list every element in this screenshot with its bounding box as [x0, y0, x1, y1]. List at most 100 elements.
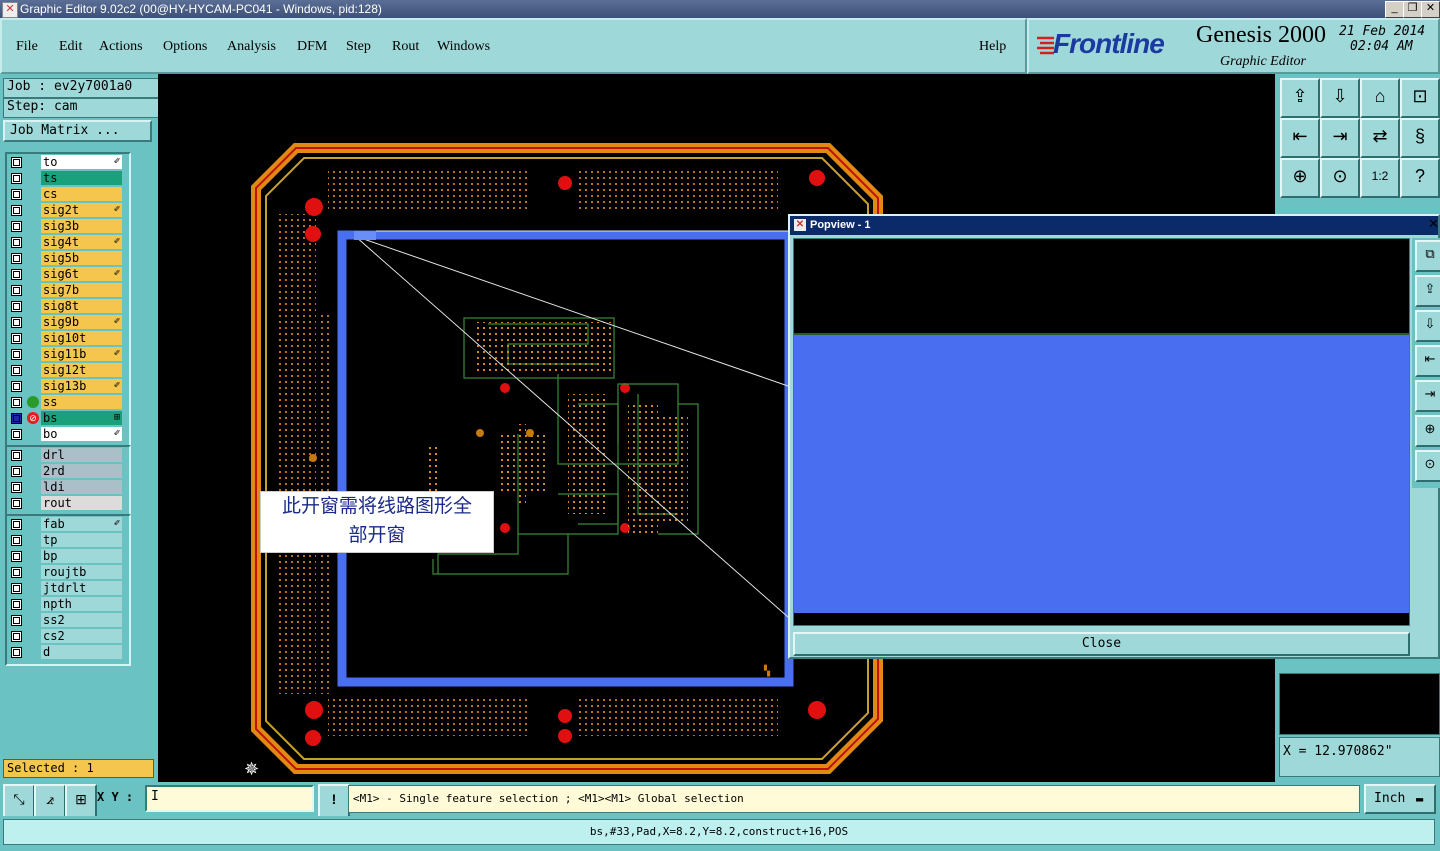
- layer-name[interactable]: d: [41, 645, 122, 659]
- layer-checkbox[interactable]: [11, 301, 22, 312]
- layer-name[interactable]: bs ⊞: [41, 411, 122, 425]
- xy-input[interactable]: I: [145, 785, 314, 812]
- layer-name[interactable]: sig11b ✐: [41, 347, 122, 361]
- layer-row-sig13b[interactable]: sig13b ✐: [7, 378, 129, 394]
- home-icon[interactable]: ⌂: [1360, 78, 1400, 118]
- layer-checkbox[interactable]: [11, 647, 22, 658]
- layer-name[interactable]: sig6t ✐: [41, 267, 122, 281]
- menu-options[interactable]: Options: [163, 39, 207, 55]
- menu-step[interactable]: Step: [346, 39, 371, 55]
- layer-checkbox[interactable]: [11, 269, 22, 280]
- layer-checkbox[interactable]: [11, 413, 22, 424]
- layer-checkbox[interactable]: [11, 615, 22, 626]
- center-icon[interactable]: ⊙: [1320, 158, 1360, 198]
- layer-row-npth[interactable]: npth: [7, 596, 129, 612]
- layer-row-cs2[interactable]: cs2: [7, 628, 129, 644]
- layer-row-sig6t[interactable]: sig6t ✐: [7, 266, 129, 282]
- mirror-icon[interactable]: ⇄: [1360, 118, 1400, 158]
- job-matrix-button[interactable]: Job Matrix ...: [3, 120, 152, 142]
- scale-icon[interactable]: 1:2: [1360, 158, 1400, 198]
- layer-checkbox[interactable]: [11, 599, 22, 610]
- layer-checkbox[interactable]: [11, 189, 22, 200]
- grid-icon[interactable]: ⊞: [65, 784, 97, 818]
- layer-row-2rd[interactable]: 2rd: [7, 463, 129, 479]
- layer-row-sig9b[interactable]: sig9b ✐: [7, 314, 129, 330]
- menu-windows[interactable]: Windows: [437, 39, 490, 55]
- maximize-button[interactable]: ❐: [1403, 1, 1422, 18]
- minimize-button[interactable]: _: [1385, 1, 1404, 18]
- layer-row-d[interactable]: d: [7, 644, 129, 660]
- layer-row-sig2t[interactable]: sig2t ✐: [7, 202, 129, 218]
- layer-checkbox[interactable]: [11, 429, 22, 440]
- layer-checkbox[interactable]: [11, 535, 22, 546]
- alert-icon[interactable]: !: [318, 784, 350, 818]
- layer-checkbox[interactable]: [11, 365, 22, 376]
- pan-icon[interactable]: ⊡: [1400, 78, 1440, 118]
- layer-row-ss[interactable]: ss: [7, 394, 129, 410]
- zoom-box-icon[interactable]: ⇩: [1320, 78, 1360, 118]
- copy-icon[interactable]: ⧉: [1415, 240, 1440, 272]
- layer-row-sig3b[interactable]: sig3b: [7, 218, 129, 234]
- layer-name[interactable]: sig3b: [41, 219, 122, 233]
- layer-row-sig10t[interactable]: sig10t: [7, 330, 129, 346]
- layer-checkbox[interactable]: [11, 551, 22, 562]
- zoom-in-icon[interactable]: ⊙: [1415, 450, 1440, 482]
- layer-row-ldi[interactable]: ldi: [7, 479, 129, 495]
- layer-checkbox[interactable]: [11, 450, 22, 461]
- measure-icon[interactable]: ⦨: [34, 784, 66, 818]
- menu-file[interactable]: File: [16, 39, 38, 55]
- layer-checkbox[interactable]: [11, 221, 22, 232]
- layer-row-sig7b[interactable]: sig7b: [7, 282, 129, 298]
- layer-name[interactable]: roujtb: [41, 565, 122, 579]
- popview-close-button[interactable]: Close: [793, 632, 1410, 656]
- layer-checkbox[interactable]: [11, 498, 22, 509]
- fit-icon[interactable]: ⇪: [1280, 78, 1320, 118]
- layer-row-rout[interactable]: rout: [7, 495, 129, 511]
- layer-row-sig4t[interactable]: sig4t ✐: [7, 234, 129, 250]
- layer-row-sig5b[interactable]: sig5b: [7, 250, 129, 266]
- layer-checkbox[interactable]: [11, 237, 22, 248]
- layer-name[interactable]: sig4t ✐: [41, 235, 122, 249]
- layer-row-ts[interactable]: ts: [7, 170, 129, 186]
- select-mode-icon[interactable]: ⤡: [3, 784, 35, 818]
- layer-name[interactable]: sig8t: [41, 299, 122, 313]
- snap-icon[interactable]: §: [1400, 118, 1440, 158]
- layer-name[interactable]: fab ✐: [41, 517, 122, 531]
- layer-row-jtdrlt[interactable]: jtdrlt: [7, 580, 129, 596]
- layer-row-bo[interactable]: bo ✐: [7, 426, 129, 442]
- layer-checkbox[interactable]: [11, 253, 22, 264]
- menu-actions[interactable]: Actions: [99, 39, 143, 55]
- layer-row-to[interactable]: to ✐: [7, 154, 129, 170]
- layer-row-roujtb[interactable]: roujtb: [7, 564, 129, 580]
- layer-name[interactable]: ss: [41, 395, 122, 409]
- layer-row-fab[interactable]: fab ✐: [7, 516, 129, 532]
- layer-name[interactable]: sig13b ✐: [41, 379, 122, 393]
- layer-checkbox[interactable]: [11, 631, 22, 642]
- layer-name[interactable]: to ✐: [41, 155, 122, 169]
- layer-row-ss2[interactable]: ss2: [7, 612, 129, 628]
- unit-selector[interactable]: Inch ▬: [1364, 784, 1436, 814]
- layer-name[interactable]: sig7b: [41, 283, 122, 297]
- up-icon[interactable]: ⇪: [1415, 275, 1440, 307]
- layer-name[interactable]: bp: [41, 549, 122, 563]
- layer-checkbox[interactable]: [11, 205, 22, 216]
- layer-row-bs[interactable]: ⊘ bs ⊞: [7, 410, 129, 426]
- menu-edit[interactable]: Edit: [59, 39, 82, 55]
- layer-name[interactable]: sig2t ✐: [41, 203, 122, 217]
- layer-name[interactable]: 2rd: [41, 464, 122, 478]
- zoom-fit-icon[interactable]: ⊕: [1280, 158, 1320, 198]
- layer-name[interactable]: ts: [41, 171, 122, 185]
- layer-name[interactable]: bo ✐: [41, 427, 122, 441]
- layer-row-sig11b[interactable]: sig11b ✐: [7, 346, 129, 362]
- layer-checkbox[interactable]: [11, 157, 22, 168]
- layer-row-tp[interactable]: tp: [7, 532, 129, 548]
- layer-checkbox[interactable]: [11, 482, 22, 493]
- layer-name[interactable]: tp: [41, 533, 122, 547]
- layer-row-drl[interactable]: drl: [7, 447, 129, 463]
- layer-checkbox[interactable]: [11, 333, 22, 344]
- popview-close-icon[interactable]: ✕: [1428, 216, 1439, 232]
- layer-name[interactable]: drl: [41, 448, 122, 462]
- layer-row-sig8t[interactable]: sig8t: [7, 298, 129, 314]
- layer-name[interactable]: sig10t: [41, 331, 122, 345]
- layer-checkbox[interactable]: [11, 381, 22, 392]
